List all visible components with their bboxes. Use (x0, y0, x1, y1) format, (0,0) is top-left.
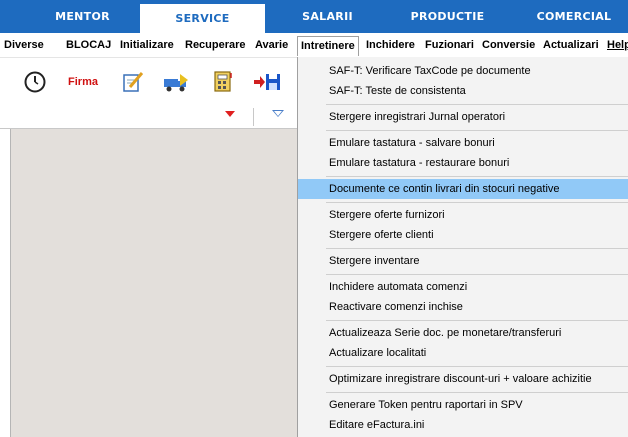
menu-bar: Diverse BLOCAJ Initializare Recuperare A… (0, 33, 628, 58)
menu-diverse[interactable]: Diverse (4, 33, 44, 57)
tab-salarii[interactable]: SALARII (280, 0, 375, 33)
menu-avarie[interactable]: Avarie (255, 33, 288, 57)
menu-recuperare[interactable]: Recuperare (185, 33, 246, 57)
intretinere-dropdown-menu: SAF-T: Verificare TaxCode pe documente S… (297, 57, 628, 437)
menuitem-reactivare-comenzi[interactable]: Reactivare comenzi inchise (298, 297, 628, 317)
menu-separator (326, 130, 628, 131)
menu-initializare[interactable]: Initializare (120, 33, 174, 57)
firma-label: Firma (68, 76, 98, 88)
tab-productie[interactable]: PRODUCTIE (385, 0, 510, 33)
menuitem-actualizare-localitati[interactable]: Actualizare localitati (298, 343, 628, 363)
menu-help[interactable]: Help (607, 33, 628, 57)
calculator-icon (214, 71, 232, 92)
menu-separator (326, 248, 628, 249)
menuitem-documente-stocuri-negative[interactable]: Documente ce contin livrari din stocuri … (298, 179, 628, 199)
save-export-button[interactable] (250, 66, 284, 98)
menuitem-emulare-restaurare-bonuri[interactable]: Emulare tastatura - restaurare bonuri (298, 153, 628, 173)
clock-icon (24, 71, 46, 93)
menu-intretinere[interactable]: Intretinere (297, 36, 359, 56)
workspace-area (10, 129, 298, 437)
truck-icon (164, 74, 188, 92)
menu-blocaj[interactable]: BLOCAJ (66, 33, 111, 57)
filter-separator (253, 108, 254, 126)
menu-separator (326, 176, 628, 177)
clock-button[interactable] (20, 66, 50, 98)
menu-inchidere[interactable]: Inchidere (366, 33, 415, 57)
truck-button[interactable] (160, 66, 194, 98)
menu-separator (326, 392, 628, 393)
menu-fuzionari[interactable]: Fuzionari (425, 33, 474, 57)
filter-row (0, 106, 297, 129)
menuitem-editare-efactura[interactable]: Editare eFactura.ini (298, 415, 628, 435)
menuitem-saft-verificare-taxcode[interactable]: SAF-T: Verificare TaxCode pe documente (298, 61, 628, 81)
menu-separator (326, 320, 628, 321)
menuitem-stergere-jurnal-operatori[interactable]: Stergere inregistrari Jurnal operatori (298, 107, 628, 127)
notepad-pencil-icon (123, 72, 144, 92)
menuitem-actualizeaza-serie-doc[interactable]: Actualizeaza Serie doc. pe monetare/tran… (298, 323, 628, 343)
menuitem-emulare-salvare-bonuri[interactable]: Emulare tastatura - salvare bonuri (298, 133, 628, 153)
menu-conversie[interactable]: Conversie (482, 33, 535, 57)
menuitem-inchidere-automata-comenzi[interactable]: Inchidere automata comenzi (298, 277, 628, 297)
arrow-save-icon (254, 74, 280, 90)
edit-button[interactable] (118, 66, 148, 98)
blue-dropdown-arrow-icon[interactable] (272, 110, 284, 117)
menuitem-stergere-inventare[interactable]: Stergere inventare (298, 251, 628, 271)
module-tab-bar: MENTOR SERVICE SALARII PRODUCTIE COMERCI… (0, 0, 628, 33)
tab-comercial[interactable]: COMERCIAL (520, 0, 628, 33)
toolbar: Firma (0, 58, 297, 106)
firma-button[interactable]: Firma (63, 66, 103, 98)
menu-separator (326, 274, 628, 275)
menu-separator (326, 202, 628, 203)
menuitem-stergere-oferte-furnizori[interactable]: Stergere oferte furnizori (298, 205, 628, 225)
tab-mentor[interactable]: MENTOR (30, 0, 135, 33)
menu-separator (326, 104, 628, 105)
menuitem-generare-token-spv[interactable]: Generare Token pentru raportari in SPV (298, 395, 628, 415)
menuitem-optimizare-discount[interactable]: Optimizare inregistrare discount-uri + v… (298, 369, 628, 389)
menuitem-stergere-oferte-clienti[interactable]: Stergere oferte clienti (298, 225, 628, 245)
menu-separator (326, 366, 628, 367)
tab-service[interactable]: SERVICE (140, 4, 265, 33)
red-dropdown-arrow-icon[interactable] (225, 111, 235, 117)
calculator-button[interactable] (208, 66, 238, 98)
menuitem-saft-teste-consistenta[interactable]: SAF-T: Teste de consistenta (298, 81, 628, 101)
menu-actualizari[interactable]: Actualizari (543, 33, 599, 57)
